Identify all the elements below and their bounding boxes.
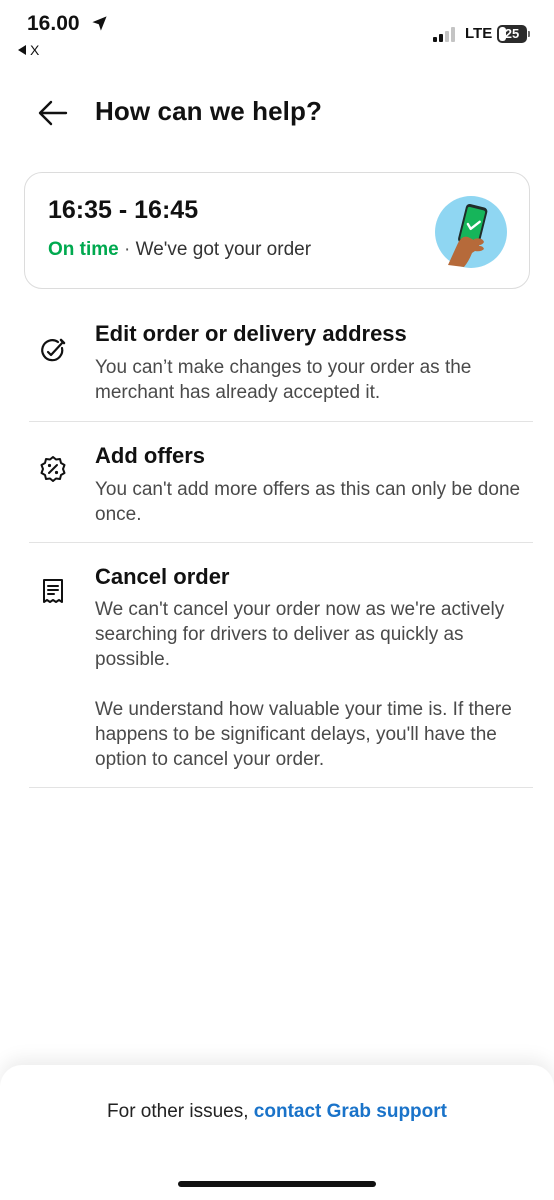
option-title: Add offers: [95, 443, 205, 468]
option-description: You can’t make changes to your order as …: [95, 357, 472, 403]
receipt-icon: [43, 579, 63, 603]
eta-status-line: On time · We've got your order: [48, 239, 311, 261]
back-triangle-icon: [18, 45, 26, 55]
pencil-check-icon: [41, 338, 66, 362]
status-time: 16.00: [27, 12, 80, 35]
eta-status: On time: [48, 239, 119, 260]
page-title: How can we help?: [95, 96, 322, 126]
location-arrow-icon: [92, 16, 107, 31]
footer-prefix: For other issues,: [107, 1101, 254, 1122]
eta-time-window: 16:35 - 16:45: [48, 196, 199, 224]
phone-confirmed-illustration-icon: [435, 196, 507, 268]
eta-message: We've got your order: [135, 239, 312, 260]
cellular-signal-icon: [433, 27, 455, 42]
option-description: We can't cancel your order now as we're …: [95, 599, 512, 770]
status-bar: 16.00 X LTE 25: [0, 0, 554, 70]
battery-level: 25: [504, 26, 520, 41]
option-title: Edit order or delivery address: [95, 321, 407, 346]
order-eta-card: 16:35 - 16:45 On time · We've got your o…: [24, 172, 530, 289]
back-arrow-icon[interactable]: [36, 96, 70, 130]
back-to-app-button[interactable]: X: [18, 42, 39, 58]
discount-badge-icon: [40, 456, 66, 482]
help-option-add-offers[interactable]: Add offers You can't add more offers as …: [29, 422, 533, 543]
eta-separator: ·: [124, 239, 131, 260]
help-option-cancel-order[interactable]: Cancel order We can't cancel your order …: [29, 543, 533, 788]
back-app-label: X: [30, 42, 40, 58]
footer-panel: For other issues, contact Grab support: [0, 1065, 554, 1200]
option-title: Cancel order: [95, 564, 230, 589]
home-indicator[interactable]: [178, 1181, 376, 1187]
help-option-edit-order[interactable]: Edit order or delivery address You can’t…: [29, 308, 533, 422]
network-type: LTE: [465, 25, 493, 42]
battery-icon: 25: [497, 25, 531, 43]
contact-support-link[interactable]: contact Grab support: [254, 1101, 447, 1122]
option-description: You can't add more offers as this can on…: [95, 479, 521, 525]
footer-text: For other issues, contact Grab support: [0, 1101, 554, 1123]
